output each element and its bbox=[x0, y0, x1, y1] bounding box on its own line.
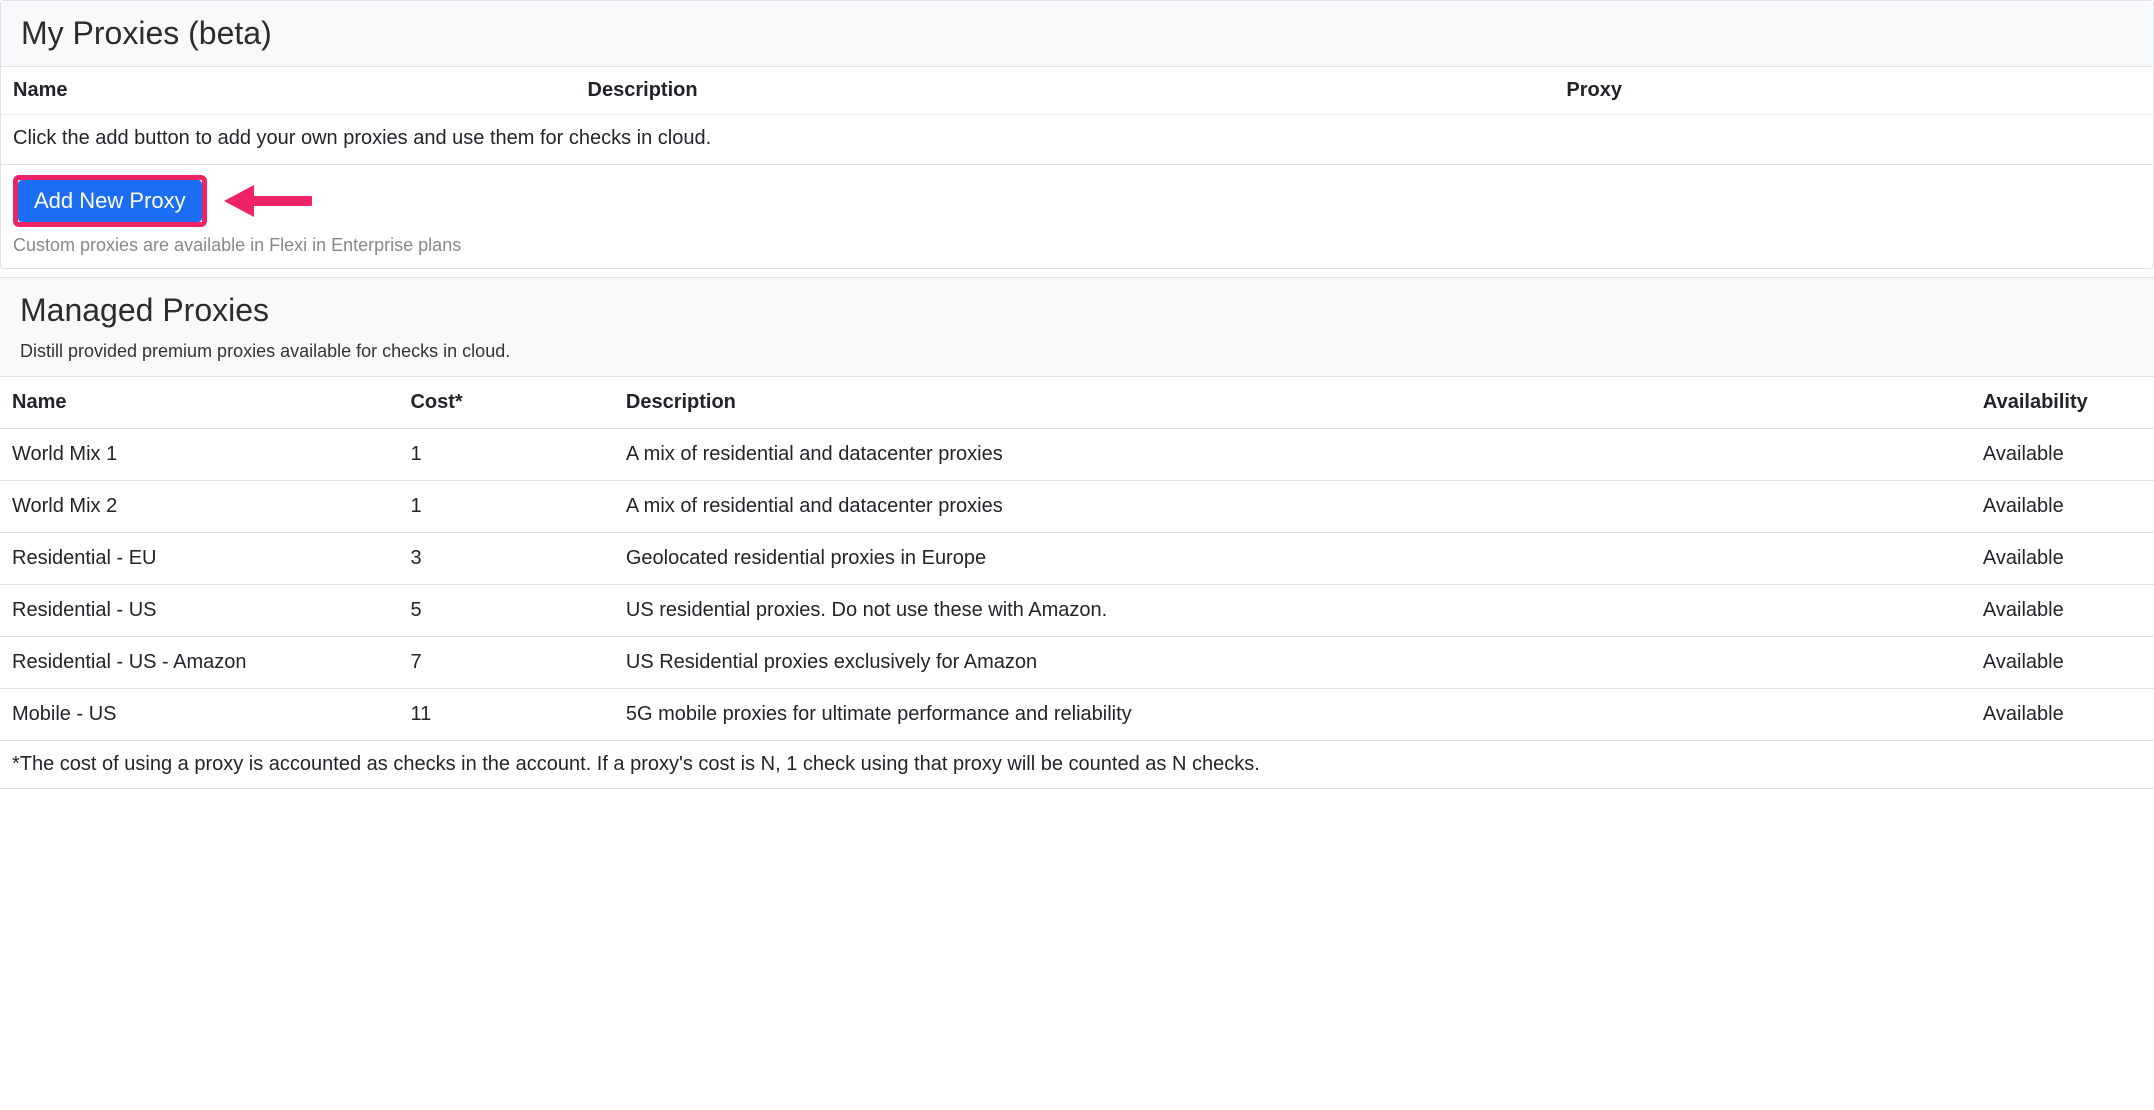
cost-footnote: *The cost of using a proxy is accounted … bbox=[0, 740, 2154, 788]
table-row: Mobile - US115G mobile proxies for ultim… bbox=[0, 689, 2154, 741]
table-row: World Mix 11A mix of residential and dat… bbox=[0, 429, 2154, 481]
table-row: Residential - EU3Geolocated residential … bbox=[0, 533, 2154, 585]
table-row: Residential - US - Amazon7US Residential… bbox=[0, 637, 2154, 689]
add-new-proxy-button[interactable]: Add New Proxy bbox=[18, 180, 202, 222]
proxy-availability: Available bbox=[1971, 585, 2154, 637]
proxy-description: Geolocated residential proxies in Europe bbox=[614, 533, 1971, 585]
managed-proxies-panel: Managed Proxies Distill provided premium… bbox=[0, 277, 2154, 789]
managed-proxies-subtitle: Distill provided premium proxies availab… bbox=[20, 341, 2134, 362]
proxy-availability: Available bbox=[1971, 533, 2154, 585]
proxy-cost: 3 bbox=[398, 533, 613, 585]
my-proxies-title: My Proxies (beta) bbox=[21, 15, 2133, 52]
proxy-cost: 1 bbox=[398, 429, 613, 481]
column-header-proxy: Proxy bbox=[1566, 79, 2141, 102]
custom-proxy-hint: Custom proxies are available in Flexi in… bbox=[13, 235, 2141, 256]
my-proxies-header: My Proxies (beta) bbox=[1, 1, 2153, 67]
proxy-name: World Mix 2 bbox=[0, 481, 398, 533]
managed-proxies-title: Managed Proxies bbox=[20, 292, 2134, 329]
add-proxy-highlight: Add New Proxy bbox=[13, 175, 207, 227]
proxy-availability: Available bbox=[1971, 429, 2154, 481]
my-proxies-column-headers: Name Description Proxy bbox=[1, 67, 2153, 115]
proxy-description: A mix of residential and datacenter prox… bbox=[614, 429, 1971, 481]
my-proxies-panel: My Proxies (beta) Name Description Proxy… bbox=[0, 0, 2154, 269]
table-row: World Mix 21A mix of residential and dat… bbox=[0, 481, 2154, 533]
proxy-name: Residential - US bbox=[0, 585, 398, 637]
proxy-cost: 11 bbox=[398, 689, 613, 741]
proxy-name: Residential - US - Amazon bbox=[0, 637, 398, 689]
proxy-name: World Mix 1 bbox=[0, 429, 398, 481]
my-proxies-actions: Add New Proxy Custom proxies are availab… bbox=[1, 165, 2153, 268]
arrow-left-icon bbox=[222, 181, 312, 221]
proxy-description: 5G mobile proxies for ultimate performan… bbox=[614, 689, 1971, 741]
proxy-cost: 5 bbox=[398, 585, 613, 637]
proxy-cost: 1 bbox=[398, 481, 613, 533]
proxy-description: US Residential proxies exclusively for A… bbox=[614, 637, 1971, 689]
column-header-name: Name bbox=[13, 79, 588, 102]
proxy-availability: Available bbox=[1971, 481, 2154, 533]
column-header-description: Description bbox=[588, 79, 1567, 102]
managed-proxies-table: Name Cost* Description Availability Worl… bbox=[0, 377, 2154, 740]
column-header-description: Description bbox=[614, 377, 1971, 429]
proxy-availability: Available bbox=[1971, 637, 2154, 689]
proxy-cost: 7 bbox=[398, 637, 613, 689]
proxy-description: A mix of residential and datacenter prox… bbox=[614, 481, 1971, 533]
proxy-availability: Available bbox=[1971, 689, 2154, 741]
proxy-name: Mobile - US bbox=[0, 689, 398, 741]
column-header-cost: Cost* bbox=[398, 377, 613, 429]
column-header-name: Name bbox=[0, 377, 398, 429]
column-header-availability: Availability bbox=[1971, 377, 2154, 429]
proxy-description: US residential proxies. Do not use these… bbox=[614, 585, 1971, 637]
proxy-name: Residential - EU bbox=[0, 533, 398, 585]
table-row: Residential - US5US residential proxies.… bbox=[0, 585, 2154, 637]
managed-table-header-row: Name Cost* Description Availability bbox=[0, 377, 2154, 429]
my-proxies-empty-message: Click the add button to add your own pro… bbox=[1, 115, 2153, 165]
managed-proxies-header: Managed Proxies Distill provided premium… bbox=[0, 278, 2154, 377]
